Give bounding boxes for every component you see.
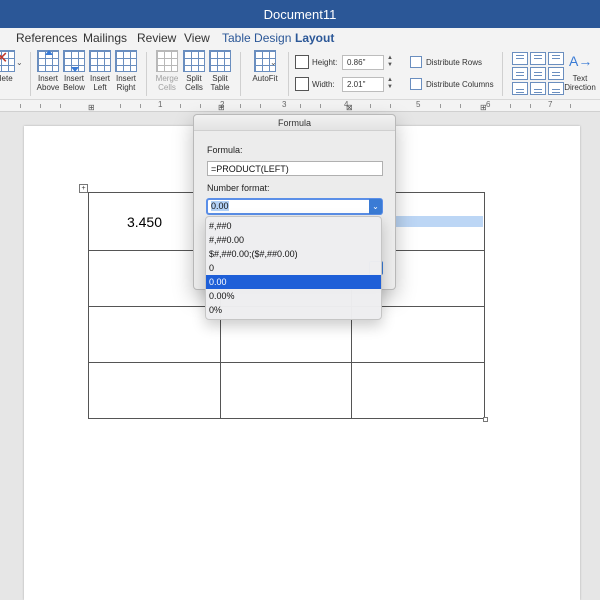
- split-cells-icon: [183, 50, 205, 72]
- ruler-column-marker[interactable]: ⊞: [480, 103, 487, 112]
- dropdown-option-selected[interactable]: 0.00: [206, 275, 381, 289]
- number-format-value: 0.00: [211, 201, 229, 211]
- autofit-chevron-down-icon[interactable]: ⌄: [270, 58, 277, 67]
- ribbon-toolbar: ✕ elete ⌄ InsertAbove InsertBelow Insert…: [0, 48, 600, 100]
- ruler-column-marker[interactable]: ⊞: [218, 103, 225, 112]
- dropdown-option[interactable]: $#,##0.00;($#,##0.00): [206, 247, 381, 261]
- align-top-left-icon[interactable]: [512, 52, 528, 65]
- tab-mailings[interactable]: Mailings: [83, 31, 127, 45]
- formula-input[interactable]: =PRODUCT(LEFT): [207, 161, 383, 176]
- align-center-right-icon[interactable]: [548, 67, 564, 80]
- distribute-rows-button[interactable]: Distribute Rows: [410, 56, 482, 68]
- width-field[interactable]: 2.01": [342, 77, 384, 92]
- table-cell[interactable]: [88, 306, 221, 363]
- align-bottom-left-icon[interactable]: [512, 82, 528, 95]
- number-format-select[interactable]: 0.00 ⌄: [206, 198, 383, 215]
- align-center-left-icon[interactable]: [512, 67, 528, 80]
- tab-layout[interactable]: Layout: [295, 31, 335, 50]
- insert-below-button[interactable]: Insert Below: [60, 50, 88, 92]
- row-height-icon: [295, 55, 309, 69]
- ribbon-divider: [502, 52, 503, 96]
- table-cell[interactable]: [220, 362, 352, 419]
- tab-references[interactable]: References: [16, 31, 77, 45]
- distribute-columns-icon: [410, 78, 422, 90]
- insert-left-button[interactable]: Insert Left: [86, 50, 114, 92]
- height-label: Height:: [312, 58, 338, 67]
- ruler-number: 1: [158, 100, 163, 109]
- split-table-button[interactable]: Split Table: [206, 50, 234, 92]
- distribute-rows-icon: [410, 56, 422, 68]
- ruler-column-marker[interactable]: ⊠: [346, 103, 353, 112]
- tab-table-design[interactable]: Table Design: [222, 31, 291, 45]
- ribbon-divider: [146, 52, 147, 96]
- ribbon-divider: [240, 52, 241, 96]
- chevron-down-icon[interactable]: ⌄: [369, 199, 382, 214]
- dropdown-option[interactable]: 0%: [206, 303, 381, 317]
- ruler-indent-marker[interactable]: ⊞: [88, 103, 95, 112]
- align-top-center-icon[interactable]: [530, 52, 546, 65]
- number-format-dropdown: #,##0 #,##0.00 $#,##0.00;($#,##0.00) 0 0…: [205, 216, 382, 320]
- delete-table-icon: ✕: [0, 50, 15, 72]
- insert-right-button[interactable]: Insert Right: [112, 50, 140, 92]
- insert-left-icon: [89, 50, 111, 72]
- merge-cells-button[interactable]: Merge Cells: [153, 50, 181, 92]
- text-direction-icon: A→: [569, 53, 593, 69]
- insert-above-button[interactable]: Insert Above: [34, 50, 62, 92]
- width-stepper[interactable]: ▲ ▼: [386, 77, 394, 92]
- ribbon-divider: [288, 52, 289, 96]
- ruler-number: 3: [282, 100, 287, 109]
- ruler-number: 5: [416, 100, 421, 109]
- formula-label: Formula:: [207, 145, 243, 155]
- merge-cells-icon: [156, 50, 178, 72]
- number-format-label: Number format:: [207, 183, 270, 193]
- width-label: Width:: [312, 80, 335, 89]
- dropdown-option[interactable]: #,##0: [206, 219, 381, 233]
- ribbon-divider: [30, 52, 31, 96]
- delete-chevron-down-icon[interactable]: ⌄: [16, 58, 23, 67]
- tab-view[interactable]: View: [184, 31, 210, 45]
- dialog-title: Formula: [194, 115, 395, 131]
- ruler-number: 7: [548, 100, 553, 109]
- table-cell[interactable]: [351, 362, 485, 419]
- table-row: [88, 362, 485, 419]
- text-direction-button[interactable]: A→ Text Direction: [564, 50, 596, 92]
- table-move-handle[interactable]: +: [79, 184, 88, 193]
- height-stepper[interactable]: ▲ ▼: [386, 55, 394, 70]
- window-title-bar: Document11: [0, 0, 600, 28]
- insert-above-icon: [37, 50, 59, 72]
- align-center-icon[interactable]: [530, 67, 546, 80]
- ribbon-tab-bar: References Mailings Review View Table De…: [0, 28, 600, 50]
- insert-below-icon: [63, 50, 85, 72]
- table-cell[interactable]: [88, 362, 221, 419]
- window-title: Document11: [263, 6, 337, 22]
- dropdown-option[interactable]: #,##0.00: [206, 233, 381, 247]
- dropdown-option[interactable]: 0: [206, 261, 381, 275]
- distribute-columns-button[interactable]: Distribute Columns: [410, 78, 494, 90]
- align-top-right-icon[interactable]: [548, 52, 564, 65]
- split-cells-button[interactable]: Split Cells: [180, 50, 208, 92]
- horizontal-ruler[interactable]: ⊞ 1 2 3 4 5 6 7 ⊞ ⊠ ⊞: [0, 100, 600, 112]
- insert-right-icon: [115, 50, 137, 72]
- split-table-icon: [209, 50, 231, 72]
- height-field[interactable]: 0.86": [342, 55, 384, 70]
- align-bottom-right-icon[interactable]: [548, 82, 564, 95]
- align-bottom-center-icon[interactable]: [530, 82, 546, 95]
- tab-review[interactable]: Review: [137, 31, 176, 45]
- table-resize-handle[interactable]: [483, 417, 488, 422]
- column-width-icon: [295, 77, 309, 91]
- dropdown-option[interactable]: 0.00%: [206, 289, 381, 303]
